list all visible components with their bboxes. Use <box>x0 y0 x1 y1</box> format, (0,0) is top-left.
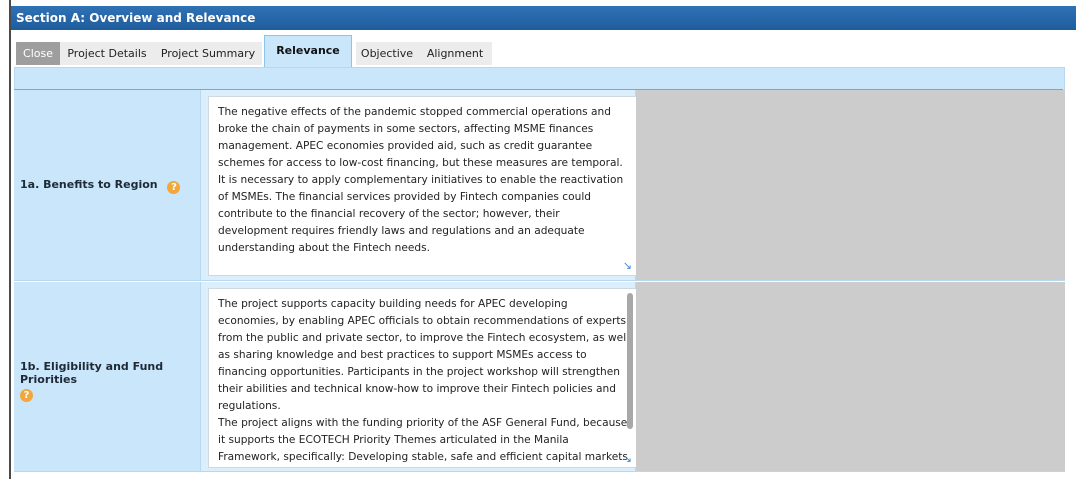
row-empty-panel <box>636 90 1065 280</box>
row-text-cell: The negative effects of the pandemic sto… <box>201 90 637 280</box>
row-text-cell: The project supports capacity building n… <box>201 282 637 471</box>
textarea-scrollbar[interactable] <box>627 293 633 429</box>
section-title: Section A: Overview and Relevance <box>11 6 1076 30</box>
row-empty-panel <box>636 282 1065 471</box>
tab-objective[interactable]: Objective <box>356 42 418 65</box>
eligibility-fund-priorities-textarea[interactable]: The project supports capacity building n… <box>208 288 637 468</box>
tab-project-summary[interactable]: Project Summary <box>154 42 262 65</box>
row-eligibility-fund-priorities: 1b. Eligibility and Fund Priorities ? Th… <box>14 282 1065 472</box>
resize-handle-icon[interactable]: ↘ <box>623 259 632 272</box>
tab-project-details[interactable]: Project Details <box>60 42 154 65</box>
row-benefits-to-region: 1a. Benefits to Region ? The negative ef… <box>14 90 1065 281</box>
tab-alignment[interactable]: Alignment <box>418 42 492 65</box>
resize-handle-icon[interactable]: ↘ <box>623 452 632 465</box>
benefits-to-region-text: The negative effects of the pandemic sto… <box>218 106 627 254</box>
row-label: 1a. Benefits to Region ? <box>20 178 181 194</box>
eligibility-fund-priorities-label: 1b. Eligibility and Fund Priorities <box>20 360 164 386</box>
form-panel: Section A: Overview and Relevance Close … <box>11 0 1076 479</box>
benefits-to-region-textarea[interactable]: The negative effects of the pandemic sto… <box>208 96 637 276</box>
content-header-strip <box>14 67 1065 91</box>
tab-close[interactable]: Close <box>16 42 60 65</box>
row-label: 1b. Eligibility and Fund Priorities ? <box>20 360 170 402</box>
help-icon[interactable]: ? <box>167 181 181 194</box>
tab-relevance[interactable]: Relevance <box>264 35 352 67</box>
row-label-cell: 1b. Eligibility and Fund Priorities ? <box>14 282 201 471</box>
help-icon[interactable]: ? <box>20 389 33 402</box>
row-label-cell: 1a. Benefits to Region ? <box>14 90 201 280</box>
eligibility-fund-priorities-text: The project supports capacity building n… <box>218 298 630 463</box>
benefits-to-region-label: 1a. Benefits to Region <box>20 178 158 191</box>
